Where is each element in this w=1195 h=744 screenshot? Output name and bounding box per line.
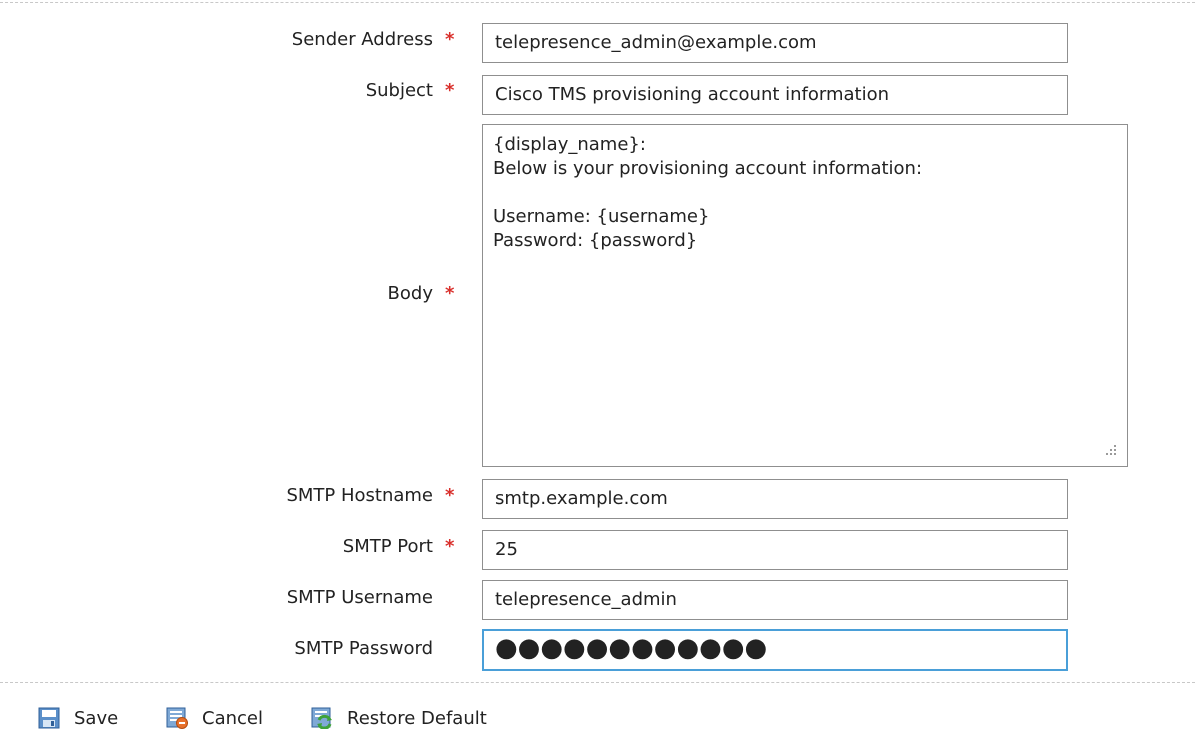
bottom-divider	[0, 682, 1195, 683]
smtp-port-required-mark: *	[445, 536, 455, 557]
body-textarea[interactable]: {display_name}: Below is your provisioni…	[482, 124, 1128, 467]
save-button-label: Save	[74, 707, 119, 729]
cancel-button[interactable]: Cancel	[166, 704, 263, 732]
save-button[interactable]: Save	[38, 704, 118, 732]
body-line	[493, 181, 1117, 205]
sender-address-input[interactable]: telepresence_admin@example.com	[482, 23, 1068, 63]
smtp-hostname-input[interactable]: smtp.example.com	[482, 479, 1068, 519]
provisioning-email-settings-form: Sender Address * telepresence_admin@exam…	[0, 0, 1195, 744]
smtp-username-label: SMTP Username	[286, 587, 433, 608]
body-label: Body	[387, 283, 433, 304]
body-line: Password: {password}	[493, 230, 698, 251]
subject-required-mark: *	[445, 80, 455, 101]
sender-address-label: Sender Address	[291, 29, 433, 50]
body-required-mark: *	[445, 283, 455, 304]
cancel-icon	[166, 707, 188, 729]
body-line: Username: {username}	[493, 206, 710, 227]
subject-label: Subject	[365, 80, 433, 101]
smtp-port-label: SMTP Port	[342, 536, 433, 557]
sender-address-required-mark: *	[445, 29, 455, 50]
restore-default-icon	[311, 707, 332, 729]
smtp-hostname-required-mark: *	[445, 485, 455, 506]
restore-default-button-label: Restore Default	[347, 707, 487, 729]
smtp-password-masked-value: ●●●●●●●●●●●●	[495, 633, 768, 663]
restore-default-button[interactable]: Restore Default	[311, 704, 487, 732]
smtp-password-label: SMTP Password	[294, 638, 433, 659]
save-icon	[38, 707, 60, 729]
smtp-port-input[interactable]: 25	[482, 530, 1068, 570]
subject-input[interactable]: Cisco TMS provisioning account informati…	[482, 75, 1068, 115]
resize-grip-icon[interactable]	[1105, 444, 1117, 456]
smtp-password-input[interactable]: ●●●●●●●●●●●●	[482, 629, 1068, 671]
top-divider	[0, 2, 1195, 3]
smtp-username-input[interactable]: telepresence_admin	[482, 580, 1068, 620]
body-line: {display_name}:	[493, 134, 646, 155]
body-line: Below is your provisioning account infor…	[493, 158, 923, 179]
smtp-hostname-label: SMTP Hostname	[286, 485, 433, 506]
cancel-button-label: Cancel	[202, 707, 263, 729]
